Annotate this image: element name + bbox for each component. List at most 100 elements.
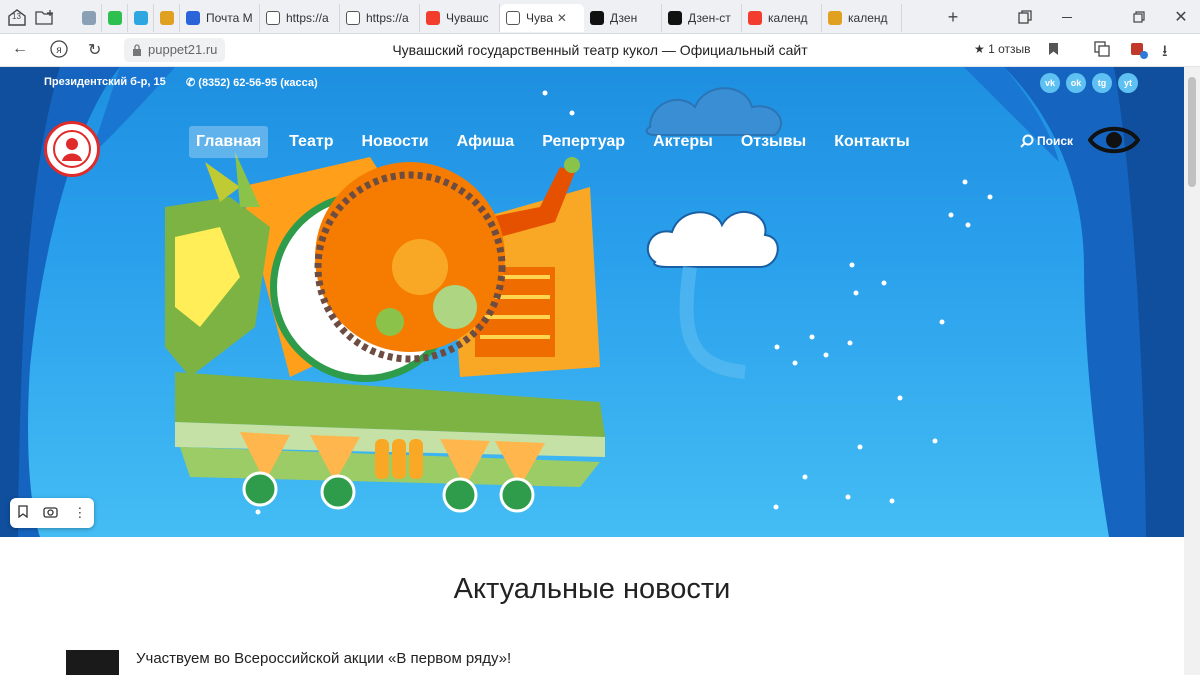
browser-tab[interactable] <box>128 4 154 32</box>
nav-item[interactable]: Репертуар <box>535 126 632 158</box>
close-tab-icon[interactable]: ✕ <box>557 11 567 25</box>
yandex-icon <box>748 11 762 25</box>
restore-icon <box>1133 11 1145 23</box>
extension-button[interactable] <box>1130 41 1148 64</box>
new-group-button[interactable] <box>34 5 56 29</box>
tabs-panel-button[interactable] <box>1014 5 1036 29</box>
nav-item[interactable]: Актеры <box>646 126 720 158</box>
minimize-button[interactable] <box>1056 5 1078 29</box>
reviews-button[interactable]: ★ 1 отзыв <box>974 42 1031 56</box>
dzen-icon <box>590 11 604 25</box>
tab-strip: Почта М https://a https://a Чувашс Чува ✕ Дзен… <box>76 4 902 32</box>
yandex-button[interactable]: я <box>50 40 68 63</box>
url-field[interactable]: puppet21.ru <box>124 38 226 62</box>
browser-tab[interactable] <box>76 4 102 32</box>
vk-icon[interactable]: vk <box>1040 73 1060 93</box>
folder-plus-icon <box>35 10 53 25</box>
screenshot-icon[interactable] <box>43 505 58 521</box>
tab-counter-button[interactable]: 13 <box>6 5 28 29</box>
svg-text:я: я <box>56 45 61 56</box>
more-icon[interactable]: ⋮ <box>73 505 86 521</box>
globe-icon <box>82 11 96 25</box>
tab-label: Дзен-ст <box>688 11 731 25</box>
browser-tab[interactable]: Почта М <box>180 4 260 32</box>
restore-button[interactable] <box>1128 5 1150 29</box>
phone-link[interactable]: ✆ (8352) 62-56-95 (касса) <box>186 76 318 89</box>
nav-item[interactable]: Главная <box>189 126 269 158</box>
reload-button[interactable]: ↻ <box>88 40 101 60</box>
search-label: Поиск <box>1037 134 1074 148</box>
news-section-title: Актуальные новости <box>453 573 731 605</box>
new-tab-button[interactable]: + <box>942 5 964 29</box>
address-text: Президентский б-р, 15 <box>44 76 166 88</box>
theatre-logo[interactable] <box>44 121 100 177</box>
download-icon: ⭳ <box>1162 43 1168 60</box>
search-button[interactable]: Поиск <box>1020 134 1073 148</box>
reload-icon: ↻ <box>88 42 102 59</box>
arrow-left-icon: ← <box>12 40 28 57</box>
tab-label: Чува <box>526 11 553 25</box>
tab-label: Почта М <box>206 11 253 25</box>
news-thumbnail[interactable] <box>66 650 119 675</box>
back-button[interactable]: ← <box>12 40 28 58</box>
yandex-icon: я <box>50 40 68 58</box>
nav-item[interactable]: Контакты <box>827 126 916 158</box>
youtube-icon[interactable]: yt <box>1118 73 1138 93</box>
translate-button[interactable] <box>1094 41 1110 62</box>
image-icon <box>828 11 842 25</box>
phone-icon: ✆ <box>186 77 196 89</box>
tab-label: Дзен <box>610 11 638 25</box>
bookmark-button[interactable] <box>1048 42 1059 61</box>
main-nav: Главная Театр Новости Афиша Репертуар Актеры О… <box>189 126 931 158</box>
nav-item[interactable]: Отзывы <box>734 126 813 158</box>
page-title: Чувашский государственный театр кукол — … <box>392 42 808 58</box>
close-icon: ✕ <box>1174 9 1188 26</box>
page-icon <box>266 11 280 25</box>
bookmark-icon[interactable] <box>18 505 28 521</box>
tab-label: https://a <box>366 11 409 25</box>
telegram-icon[interactable]: tg <box>1092 73 1112 93</box>
vertical-scrollbar[interactable] <box>1184 67 1200 675</box>
close-window-button[interactable]: ✕ <box>1170 5 1192 29</box>
browser-tab[interactable]: Чува ✕ <box>500 4 584 32</box>
browser-tab[interactable]: календ <box>742 4 822 32</box>
plus-icon: + <box>947 6 959 27</box>
browser-tab[interactable]: календ <box>822 4 902 32</box>
nav-item[interactable]: Новости <box>354 126 435 158</box>
curtain-right <box>964 67 1184 537</box>
translate-icon <box>1094 41 1110 57</box>
tab-label: календ <box>848 11 888 25</box>
nav-item[interactable]: Афиша <box>450 126 522 158</box>
lock-icon <box>133 44 141 56</box>
tab-count-badge: 13 <box>12 12 21 21</box>
browser-tab[interactable]: https://a <box>340 4 420 32</box>
accessibility-eye-button[interactable] <box>1088 123 1140 157</box>
nav-item[interactable]: Театр <box>282 126 340 158</box>
browser-tab[interactable] <box>154 4 180 32</box>
address-bar: ← я ↻ puppet21.ru Чувашский государствен… <box>0 34 1200 67</box>
star-icon: ★ <box>974 42 985 56</box>
browser-tab[interactable]: Чувашс <box>420 4 500 32</box>
browser-tab[interactable]: Дзен-ст <box>662 4 742 32</box>
scrollbar-thumb[interactable] <box>1188 77 1196 187</box>
yandex-icon <box>426 11 440 25</box>
browser-tab[interactable]: https://a <box>260 4 340 32</box>
tab-label: календ <box>768 11 808 25</box>
mail-icon <box>186 11 200 25</box>
bookmark-icon <box>1049 43 1058 55</box>
tab-label: Чувашс <box>446 11 489 25</box>
page-icon <box>346 11 360 25</box>
search-icon <box>1020 134 1034 148</box>
browser-tab[interactable] <box>102 4 128 32</box>
browser-tab[interactable]: Дзен <box>584 4 662 32</box>
telegram-icon <box>134 11 148 25</box>
odnoklassniki-icon[interactable]: ok <box>1066 73 1086 93</box>
hero-banner: Президентский б-р, 15 ✆ (8352) 62-56-95 … <box>0 67 1184 537</box>
tabs-icon <box>1018 10 1032 24</box>
downloads-button[interactable]: ⭳ <box>1162 40 1168 67</box>
news-item-title[interactable]: Участвуем во Всероссийской акции «В перв… <box>136 650 511 667</box>
phone-text: (8352) 62-56-95 (касса) <box>198 77 318 89</box>
shield-icon <box>160 11 174 25</box>
dzen-icon <box>668 11 682 25</box>
puppet-logo-icon <box>53 130 91 168</box>
